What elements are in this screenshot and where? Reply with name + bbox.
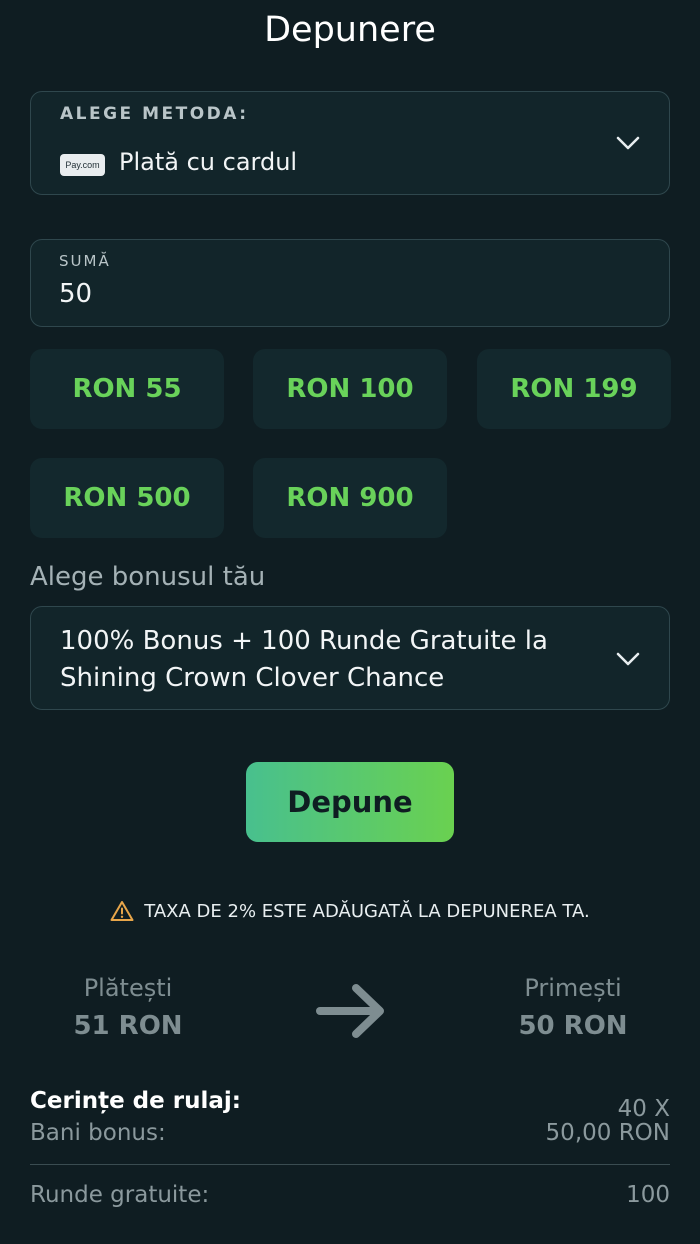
payment-method-label: ALEGE METODA: bbox=[60, 104, 249, 124]
amount-label: SUMĂ bbox=[59, 252, 111, 270]
pay-summary: Plătești 51 RON bbox=[28, 974, 228, 1041]
amount-field[interactable]: SUMĂ bbox=[30, 239, 670, 327]
receive-value: 50 RON bbox=[518, 1011, 628, 1041]
wagering-row: Cerințe de rulaj: 40 X bbox=[30, 1080, 670, 1122]
quick-amount-button-900[interactable]: RON 900 bbox=[253, 458, 447, 538]
deposit-button[interactable]: Depune bbox=[246, 762, 454, 842]
free-spins-row: Runde gratuite: 100 bbox=[30, 1182, 670, 1208]
bonus-money-value: 50,00 RON bbox=[545, 1120, 670, 1146]
paycom-logo: Pay.com bbox=[60, 154, 105, 176]
receive-label: Primești bbox=[524, 974, 622, 1002]
page-title: Depunere bbox=[264, 10, 436, 50]
payment-method-value: Plată cu cardul bbox=[119, 148, 298, 176]
wagering-value: 40 X bbox=[617, 1096, 670, 1122]
quick-amount-button-500[interactable]: RON 500 bbox=[30, 458, 224, 538]
chevron-down-icon[interactable] bbox=[615, 130, 641, 156]
arrow-right-icon bbox=[316, 984, 384, 1038]
free-spins-value: 100 bbox=[626, 1182, 670, 1208]
pay-value: 51 RON bbox=[73, 1011, 183, 1041]
fee-notice-text: TAXA DE 2% ESTE ADĂUGATĂ LA DEPUNEREA TA… bbox=[144, 900, 590, 922]
bonus-money-label: Bani bonus: bbox=[30, 1120, 166, 1146]
bonus-selected-value: 100% Bonus + 100 Runde Gratuite la Shini… bbox=[60, 626, 548, 693]
pay-label: Plătești bbox=[83, 974, 173, 1002]
quick-amount-button-199[interactable]: RON 199 bbox=[477, 349, 671, 429]
free-spins-label: Runde gratuite: bbox=[30, 1182, 210, 1208]
bonus-heading: Alege bonusul tău bbox=[30, 562, 266, 592]
divider bbox=[30, 1164, 670, 1165]
payment-method-select[interactable]: ALEGE METODA: Pay.com Plată cu cardul bbox=[30, 91, 670, 195]
receive-summary: Primești 50 RON bbox=[473, 974, 673, 1041]
bonus-money-row: Bani bonus: 50,00 RON bbox=[30, 1120, 670, 1146]
wagering-label: Cerințe de rulaj: bbox=[30, 1088, 241, 1114]
bonus-select[interactable]: 100% Bonus + 100 Runde Gratuite la Shini… bbox=[30, 606, 670, 710]
quick-amount-button-55[interactable]: RON 55 bbox=[30, 349, 224, 429]
quick-amount-button-100[interactable]: RON 100 bbox=[253, 349, 447, 429]
fee-notice: TAXA DE 2% ESTE ADĂUGATĂ LA DEPUNEREA TA… bbox=[0, 900, 700, 922]
amount-input[interactable] bbox=[59, 276, 619, 312]
warning-icon bbox=[110, 901, 134, 921]
chevron-down-icon[interactable] bbox=[615, 646, 641, 672]
